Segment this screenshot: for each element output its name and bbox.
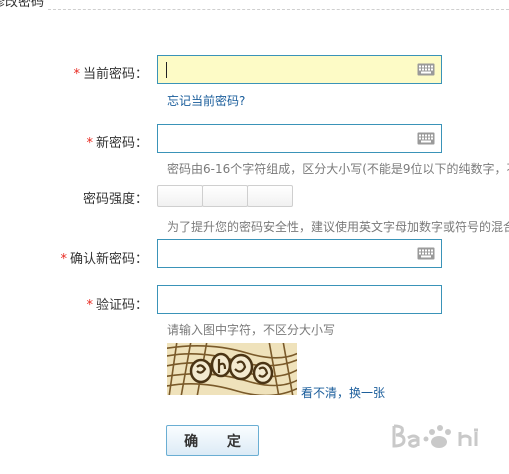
confirm-password-label: * 确认新密码： (60, 252, 148, 267)
current-password-field[interactable] (157, 55, 442, 84)
strength-segment-medium (202, 185, 248, 207)
confirm-password-field[interactable] (157, 239, 442, 268)
baidu-watermark-logo (392, 424, 478, 448)
keyboard-icon[interactable] (417, 132, 435, 145)
captcha-noise-graphic (167, 343, 297, 395)
text-caret (166, 62, 167, 78)
strength-segment-strong (247, 185, 293, 207)
section-title: 修改密码 (0, 0, 45, 10)
captcha-refresh-link[interactable]: 看不清，换一张 (301, 384, 385, 401)
new-password-label: * 新密码： (86, 136, 148, 151)
forgot-password-link[interactable]: 忘记当前密码? (167, 92, 245, 109)
required-mark: * (73, 67, 80, 82)
change-password-page: 修改密码 *当前密码： 忘记当前密码? *新密码： 密码由6-16个字符组成 (0, 0, 509, 474)
current-password-label: * 当前密码： (73, 67, 148, 82)
password-strength-meter (157, 185, 293, 207)
captcha-label: * 验证码： (86, 298, 148, 313)
captcha-input[interactable] (158, 286, 441, 313)
new-password-hint: 密码由6-16个字符组成，区分大小写(不能是9位以下的纯数字，不 (167, 162, 509, 176)
captcha-image[interactable] (167, 343, 297, 395)
password-strength-label: 密码强度： (82, 192, 148, 207)
required-mark: * (60, 252, 67, 267)
new-password-input[interactable] (158, 125, 441, 152)
current-password-input[interactable] (158, 56, 441, 83)
submit-button[interactable]: 确 定 (166, 425, 259, 456)
required-mark: * (86, 136, 93, 151)
section-divider (48, 9, 509, 10)
captcha-hint: 请输入图中字符，不区分大小写 (167, 323, 336, 337)
password-strength-hint: 为了提升您的密码安全性，建议使用英文字母加数字或符号的混合 (167, 220, 509, 234)
captcha-field[interactable] (157, 285, 442, 314)
confirm-password-input[interactable] (158, 240, 441, 267)
new-password-field[interactable] (157, 124, 442, 153)
required-mark: * (86, 298, 93, 313)
strength-segment-weak (157, 185, 203, 207)
keyboard-icon[interactable] (417, 247, 435, 260)
keyboard-icon[interactable] (417, 63, 435, 76)
